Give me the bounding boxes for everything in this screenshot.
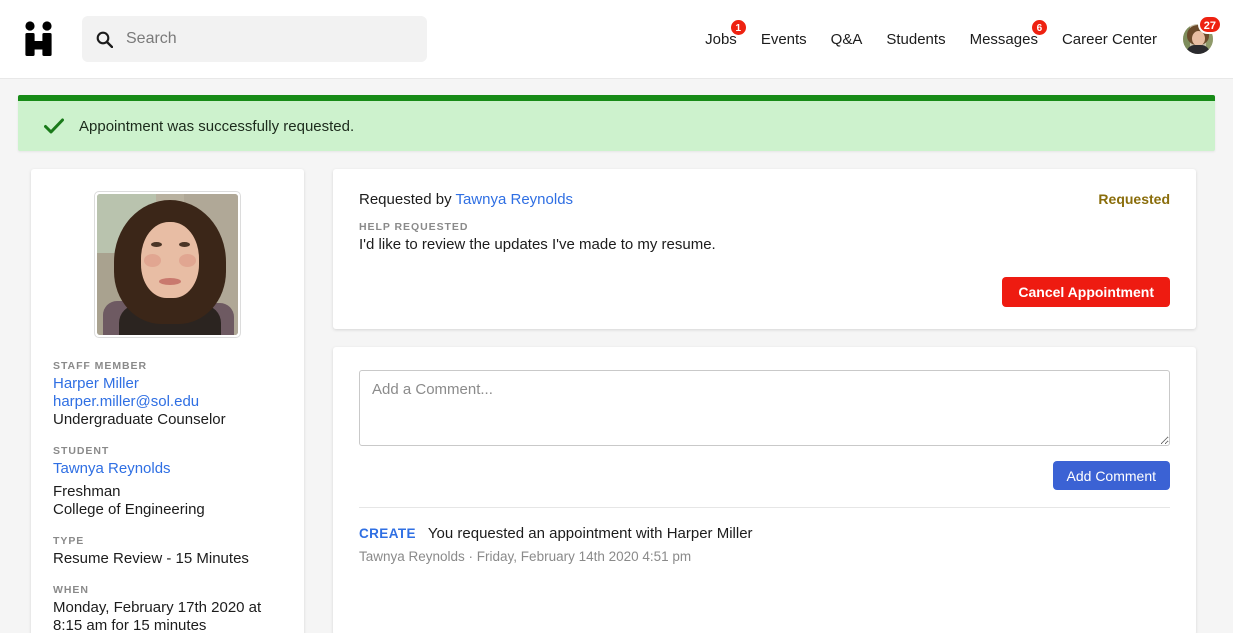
status-badge: Requested <box>1098 191 1170 207</box>
type-value: Resume Review - 15 Minutes <box>53 550 249 567</box>
nav-label-career-center: Career Center <box>1061 30 1157 48</box>
activity-type-badge[interactable]: CREATE <box>359 526 416 541</box>
nav-item-students[interactable]: Students <box>874 31 957 48</box>
staff-member-photo <box>94 191 241 338</box>
request-header: Requested by Tawnya Reynolds Requested <box>359 191 1170 208</box>
nav-item-events[interactable]: Events <box>749 31 819 48</box>
requested-by-prefix: Requested by <box>359 191 456 208</box>
student-section: STUDENT Tawnya Reynolds Freshman College… <box>53 445 282 519</box>
banner-container: Appointment was successfully requested. <box>0 79 1233 151</box>
help-requested-label: HELP REQUESTED <box>359 221 469 233</box>
staff-member-email-link[interactable]: harper.miller@sol.edu <box>53 393 282 411</box>
success-banner-text: Appointment was successfully requested. <box>79 117 355 135</box>
when-label: WHEN <box>53 584 89 596</box>
student-college: College of Engineering <box>53 501 205 518</box>
right-column: Requested by Tawnya Reynolds Requested H… <box>333 169 1196 633</box>
add-comment-button[interactable]: Add Comment <box>1052 461 1170 490</box>
when-value: Monday, February 17th 2020 at 8:15 am fo… <box>53 599 262 633</box>
activity-item: CREATE You requested an appointment with… <box>359 525 1170 542</box>
search-icon <box>96 31 113 48</box>
appointment-details-sidebar: STAFF MEMBER Harper Miller harper.miller… <box>31 169 304 633</box>
avatar-notification-badge: 27 <box>1197 15 1222 34</box>
search-input[interactable] <box>124 29 413 49</box>
request-summary-card: Requested by Tawnya Reynolds Requested H… <box>333 169 1196 329</box>
nav-item-qa[interactable]: Q&A <box>819 31 875 48</box>
main-content: STAFF MEMBER Harper Miller harper.miller… <box>0 151 1233 633</box>
nav-item-messages[interactable]: Messages 6 <box>958 18 1050 48</box>
type-section: TYPE Resume Review - 15 Minutes <box>53 535 282 568</box>
comment-input[interactable] <box>359 370 1170 446</box>
app-header: Jobs 1 Events Q&A Students Messages 6 Ca… <box>0 0 1233 79</box>
requested-by: Requested by Tawnya Reynolds <box>359 191 573 208</box>
when-section: WHEN Monday, February 17th 2020 at 8:15 … <box>53 584 282 633</box>
cancel-row: Cancel Appointment <box>359 277 1170 307</box>
staff-member-name-link[interactable]: Harper Miller <box>53 375 282 393</box>
primary-navigation: Jobs 1 Events Q&A Students Messages 6 Ca… <box>693 15 1222 54</box>
comment-card: Add Comment CREATE You requested an appo… <box>333 347 1196 633</box>
staff-member-title: Undergraduate Counselor <box>53 411 226 428</box>
activity-description: You requested an appointment with Harper… <box>427 525 753 542</box>
nav-label-qa: Q&A <box>830 30 863 48</box>
nav-label-messages: Messages <box>969 30 1038 48</box>
cancel-appointment-button[interactable]: Cancel Appointment <box>1002 277 1170 307</box>
nav-label-students: Students <box>886 30 946 48</box>
staff-member-section: STAFF MEMBER Harper Miller harper.miller… <box>53 360 282 429</box>
help-requested-text: I'd like to review the updates I've made… <box>359 236 716 253</box>
staff-member-label: STAFF MEMBER <box>53 360 148 372</box>
nav-label-events: Events <box>760 30 807 48</box>
nav-badge-jobs: 1 <box>729 18 747 36</box>
student-label: STUDENT <box>53 445 110 457</box>
nav-item-jobs[interactable]: Jobs 1 <box>693 18 749 48</box>
activity-meta: Tawnya Reynolds · Friday, February 14th … <box>359 549 692 564</box>
nav-item-career-center[interactable]: Career Center <box>1050 31 1169 48</box>
nav-badge-messages: 6 <box>1030 18 1048 36</box>
success-banner: Appointment was successfully requested. <box>18 95 1215 151</box>
student-name-link[interactable]: Tawnya Reynolds <box>53 460 282 478</box>
activity-feed: CREATE You requested an appointment with… <box>359 507 1170 564</box>
handshake-logo-icon[interactable] <box>22 19 56 59</box>
search-box[interactable] <box>82 16 427 62</box>
check-icon <box>44 118 64 134</box>
comment-button-row: Add Comment <box>359 461 1170 490</box>
avatar[interactable]: 27 <box>1183 15 1222 54</box>
student-year: Freshman <box>53 483 121 500</box>
requested-by-name-link[interactable]: Tawnya Reynolds <box>455 191 573 208</box>
type-label: TYPE <box>53 535 85 547</box>
